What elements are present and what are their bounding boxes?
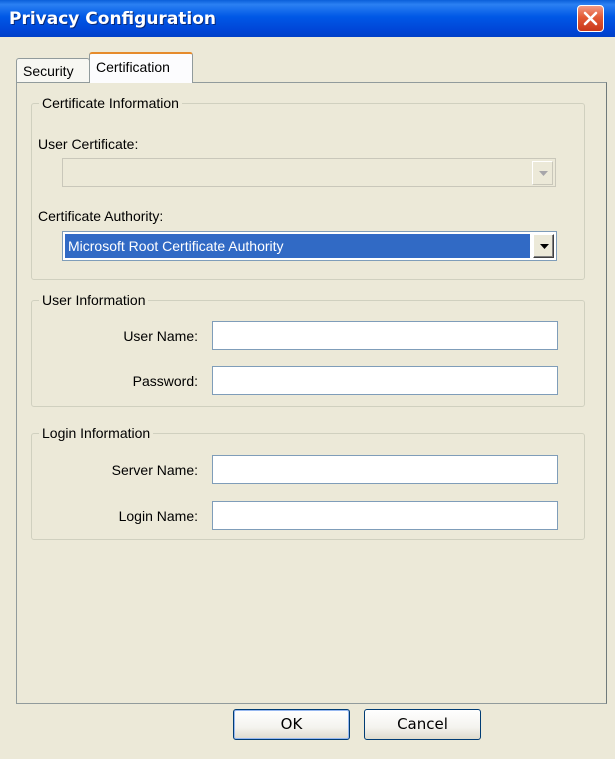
ok-button[interactable]: OK bbox=[233, 709, 350, 740]
user-certificate-label: User Certificate: bbox=[38, 136, 139, 152]
certificate-authority-dropdown-button[interactable] bbox=[533, 234, 554, 258]
user-information-group: User Information User Name: Password: bbox=[31, 291, 585, 407]
user-certificate-dropdown[interactable] bbox=[62, 158, 556, 187]
close-icon bbox=[583, 11, 598, 26]
chevron-down-icon bbox=[539, 171, 548, 176]
server-name-label: Server Name: bbox=[111, 462, 198, 478]
login-name-label: Login Name: bbox=[118, 508, 198, 524]
password-input[interactable] bbox=[212, 366, 558, 395]
user-information-title: User Information bbox=[39, 291, 149, 309]
tab-certification[interactable]: Certification bbox=[89, 52, 193, 83]
certificate-authority-dropdown[interactable]: Microsoft Root Certificate Authority bbox=[62, 231, 557, 261]
tab-panel-certification: Certificate Information User Certificate… bbox=[16, 82, 607, 704]
chevron-down-icon bbox=[540, 244, 549, 249]
close-button[interactable] bbox=[577, 5, 604, 32]
tab-security[interactable]: Security bbox=[16, 58, 90, 83]
certificate-information-group: Certificate Information User Certificate… bbox=[31, 94, 585, 280]
tab-security-label: Security bbox=[23, 63, 74, 79]
tab-certification-label: Certification bbox=[96, 59, 170, 75]
login-name-input[interactable] bbox=[212, 501, 558, 530]
login-information-group: Login Information Server Name: Login Nam… bbox=[31, 424, 585, 540]
login-information-title: Login Information bbox=[39, 424, 154, 442]
certificate-information-title: Certificate Information bbox=[39, 94, 182, 112]
cancel-button[interactable]: Cancel bbox=[364, 709, 481, 740]
certificate-authority-value: Microsoft Root Certificate Authority bbox=[65, 234, 530, 258]
server-name-input[interactable] bbox=[212, 455, 558, 484]
user-name-label: User Name: bbox=[123, 328, 198, 344]
window-title: Privacy Configuration bbox=[9, 9, 217, 29]
user-name-input[interactable] bbox=[212, 321, 558, 350]
password-label: Password: bbox=[132, 373, 198, 389]
user-certificate-dropdown-button[interactable] bbox=[532, 161, 553, 185]
title-bar[interactable]: Privacy Configuration bbox=[0, 0, 615, 37]
certificate-authority-label: Certificate Authority: bbox=[38, 208, 164, 224]
